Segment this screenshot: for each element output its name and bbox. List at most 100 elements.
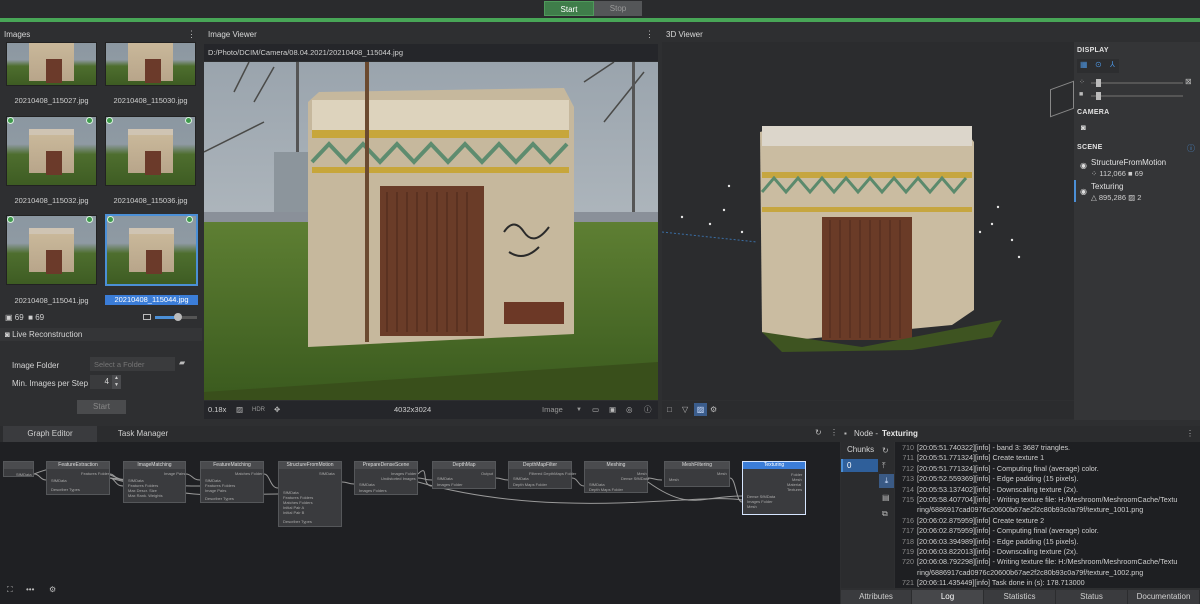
live-reconstruction-header[interactable]: ◙ Live Reconstruction xyxy=(0,328,202,341)
graph-node-texturing-selected[interactable]: Texturing Folder Mesh Material Textures … xyxy=(742,461,806,515)
visibility-icon[interactable]: ◉ xyxy=(1080,187,1087,196)
log-line: 716 [20:06:02.875959][info] Create textur… xyxy=(902,515,1045,525)
thumbnail-label: 20210408_115036.jpg xyxy=(113,196,188,205)
grid-icon[interactable]: ▨ xyxy=(236,401,243,419)
menu-icon[interactable]: ⋮ xyxy=(645,28,654,41)
scroll-top-icon[interactable]: ⤒ xyxy=(882,461,886,471)
tab-statistics[interactable]: Statistics xyxy=(984,590,1056,604)
metadata-icon[interactable]: ▭ xyxy=(592,401,599,419)
display-mode-select[interactable]: Image xyxy=(542,401,563,419)
node-panel-header: ▪ Node - Texturing ⋮ xyxy=(840,426,1200,442)
thumbnail-label: 20210408_115030.jpg xyxy=(113,96,188,105)
log-line: 713 [20:05:52.559369][info] - Edge paddin… xyxy=(902,474,1079,484)
scene-item-stats: △ 895,286 ▨ 2 xyxy=(1091,193,1142,202)
graph-node-preparedensescene[interactable]: PrepareDenseScene Images Folder Undistor… xyxy=(354,461,418,495)
textured-icon[interactable]: ▨ xyxy=(694,403,707,416)
min-images-input[interactable]: 4 xyxy=(90,375,112,389)
stop-button[interactable]: Stop xyxy=(594,1,642,16)
graph-node-depthmapfilter[interactable]: DepthMapFilter Filtered DepthMaps Folder… xyxy=(508,461,576,489)
tab-graph-editor[interactable]: Graph Editor xyxy=(3,426,97,442)
spin-stepper[interactable]: ▲ ▼ xyxy=(112,375,121,389)
graph-node-meshing[interactable]: Meshing Mesh Dense SfMData SfMData Depth… xyxy=(584,461,649,493)
image-icon[interactable]: ▣ xyxy=(609,401,616,419)
display-title: DISPLAY xyxy=(1077,47,1109,54)
graph-node-featureextraction[interactable]: FeatureExtraction Features Folder SfMDat… xyxy=(46,461,110,495)
chunks-list: Chunks 0 xyxy=(841,442,879,588)
color-picker-icon[interactable]: ✥ xyxy=(274,401,280,419)
display-panel: DISPLAY ▦ ⊙ ⅄ ⁘ ⊠ ■ CAMERA ◙ SCENE ⓘ ◉ S… xyxy=(1074,42,1200,420)
graph-canvas[interactable]: SfMData FeatureExtraction Features Folde… xyxy=(0,442,840,604)
graph-node-featurematching[interactable]: FeatureMatching Matches Folder SfMData F… xyxy=(200,461,264,503)
tab-documentation[interactable]: Documentation xyxy=(1128,590,1200,604)
photo-view[interactable] xyxy=(204,62,658,400)
visibility-icon[interactable]: ◉ xyxy=(1080,161,1087,170)
image-folder-input[interactable] xyxy=(90,357,175,371)
info-icon[interactable]: ⓘ xyxy=(1187,143,1195,154)
top-toolbar: Start Stop xyxy=(0,0,1200,18)
target-icon[interactable]: ⊙ xyxy=(1095,60,1102,69)
refresh-icon[interactable]: ↻ xyxy=(815,428,822,437)
grid-icon[interactable]: ▦ xyxy=(1080,60,1088,69)
thumbnail-size-slider[interactable] xyxy=(155,313,197,321)
thumbnail[interactable] xyxy=(6,116,97,186)
menu-icon[interactable]: ⋮ xyxy=(1186,426,1194,442)
thumbnail-label: 20210408_115032.jpg xyxy=(14,196,89,205)
zoom-level: 0.18x xyxy=(208,405,227,414)
hdr-toggle[interactable]: HDR xyxy=(252,401,265,419)
fit-view-icon[interactable]: ⛶ xyxy=(7,585,13,595)
camera-title: CAMERA xyxy=(1077,109,1110,116)
log-line: 714 [20:05:53.137402][info] - Downscaling… xyxy=(902,484,1079,494)
graph-node-structurefrommotion[interactable]: StructureFromMotion SfMData SfMData Feat… xyxy=(278,461,342,527)
tab-task-manager[interactable]: Task Manager xyxy=(98,426,188,442)
point-size-handle[interactable] xyxy=(1095,79,1101,87)
graph-node-meshfiltering[interactable]: MeshFiltering Mesh Mesh xyxy=(664,461,730,487)
graph-node-imagematching[interactable]: ImageMatching Image Pairs SfMData Featur… xyxy=(123,461,186,503)
camera-icon[interactable]: ◙ xyxy=(1081,123,1086,132)
graph-node-camerainit[interactable]: SfMData xyxy=(3,461,34,477)
node-panel-tabs: Attributes Log Statistics Status Documen… xyxy=(841,590,1200,604)
point-size-slider[interactable] xyxy=(1091,82,1183,84)
chunks-label: Chunks xyxy=(847,445,875,454)
camera-size-handle[interactable] xyxy=(1095,92,1101,100)
viewer-3d[interactable] xyxy=(662,42,1074,400)
folder-icon[interactable]: ▰ xyxy=(179,358,185,367)
log-view[interactable]: 710 [20:05:51.740322][info] - band 3: 368… xyxy=(895,442,1200,588)
point-size-icon: ⁘ xyxy=(1079,79,1085,86)
graph-node-depthmap[interactable]: DepthMap Output SfMData Images Folder xyxy=(432,461,496,489)
menu-icon[interactable]: ⋮ xyxy=(187,28,196,41)
scroll-bottom-icon[interactable]: ⤓ xyxy=(879,474,894,488)
square-icon[interactable]: □ xyxy=(667,405,672,414)
graph-editor-tabs: Graph Editor Task Manager ↻ ⋮ xyxy=(0,426,840,442)
axis-icon[interactable]: ⅄ xyxy=(1110,60,1115,69)
start-button[interactable]: Start xyxy=(544,1,594,16)
thumbnail[interactable] xyxy=(105,116,196,186)
chunk-item[interactable]: 0 xyxy=(841,459,878,472)
gear-icon[interactable]: ⚙ xyxy=(49,585,56,594)
chevron-down-icon[interactable]: ▼ xyxy=(576,401,582,419)
thumbnail[interactable] xyxy=(105,42,196,86)
clipboard-icon[interactable]: ▤ xyxy=(882,493,890,502)
log-line: ring/6886917cad0976c20600b67ae2f2c80b93c… xyxy=(917,505,1144,515)
gear-icon[interactable]: ⚙ xyxy=(710,405,717,414)
intrinsic-status-icon xyxy=(86,216,93,223)
image-resolution: 4032x3024 xyxy=(394,405,432,414)
log-line: 717 [20:06:02.875959][info] - Computing f… xyxy=(902,526,1099,536)
open-external-icon[interactable]: ⧉ xyxy=(882,509,888,519)
more-icon[interactable]: ••• xyxy=(26,585,34,594)
info-icon[interactable]: ⓘ xyxy=(644,401,652,419)
thumbnail[interactable] xyxy=(6,215,97,285)
tab-attributes[interactable]: Attributes xyxy=(841,590,912,604)
refresh-icon[interactable]: ↻ xyxy=(882,446,889,455)
menu-icon[interactable]: ⋮ xyxy=(830,428,838,437)
camera-size-icon: ■ xyxy=(1079,91,1084,98)
triangle-icon[interactable]: ▽ xyxy=(682,405,688,414)
thumbnail[interactable] xyxy=(6,42,97,86)
scene-item-name: Texturing xyxy=(1091,182,1124,191)
tab-status[interactable]: Status xyxy=(1056,590,1128,604)
thumbnail-selected[interactable] xyxy=(105,214,198,286)
close-icon[interactable]: ⊠ xyxy=(1185,77,1192,86)
tab-log[interactable]: Log xyxy=(912,590,984,604)
camera-size-slider[interactable] xyxy=(1091,95,1183,97)
live-start-button[interactable]: Start xyxy=(77,400,126,414)
globe-icon[interactable]: ◎ xyxy=(626,401,633,419)
